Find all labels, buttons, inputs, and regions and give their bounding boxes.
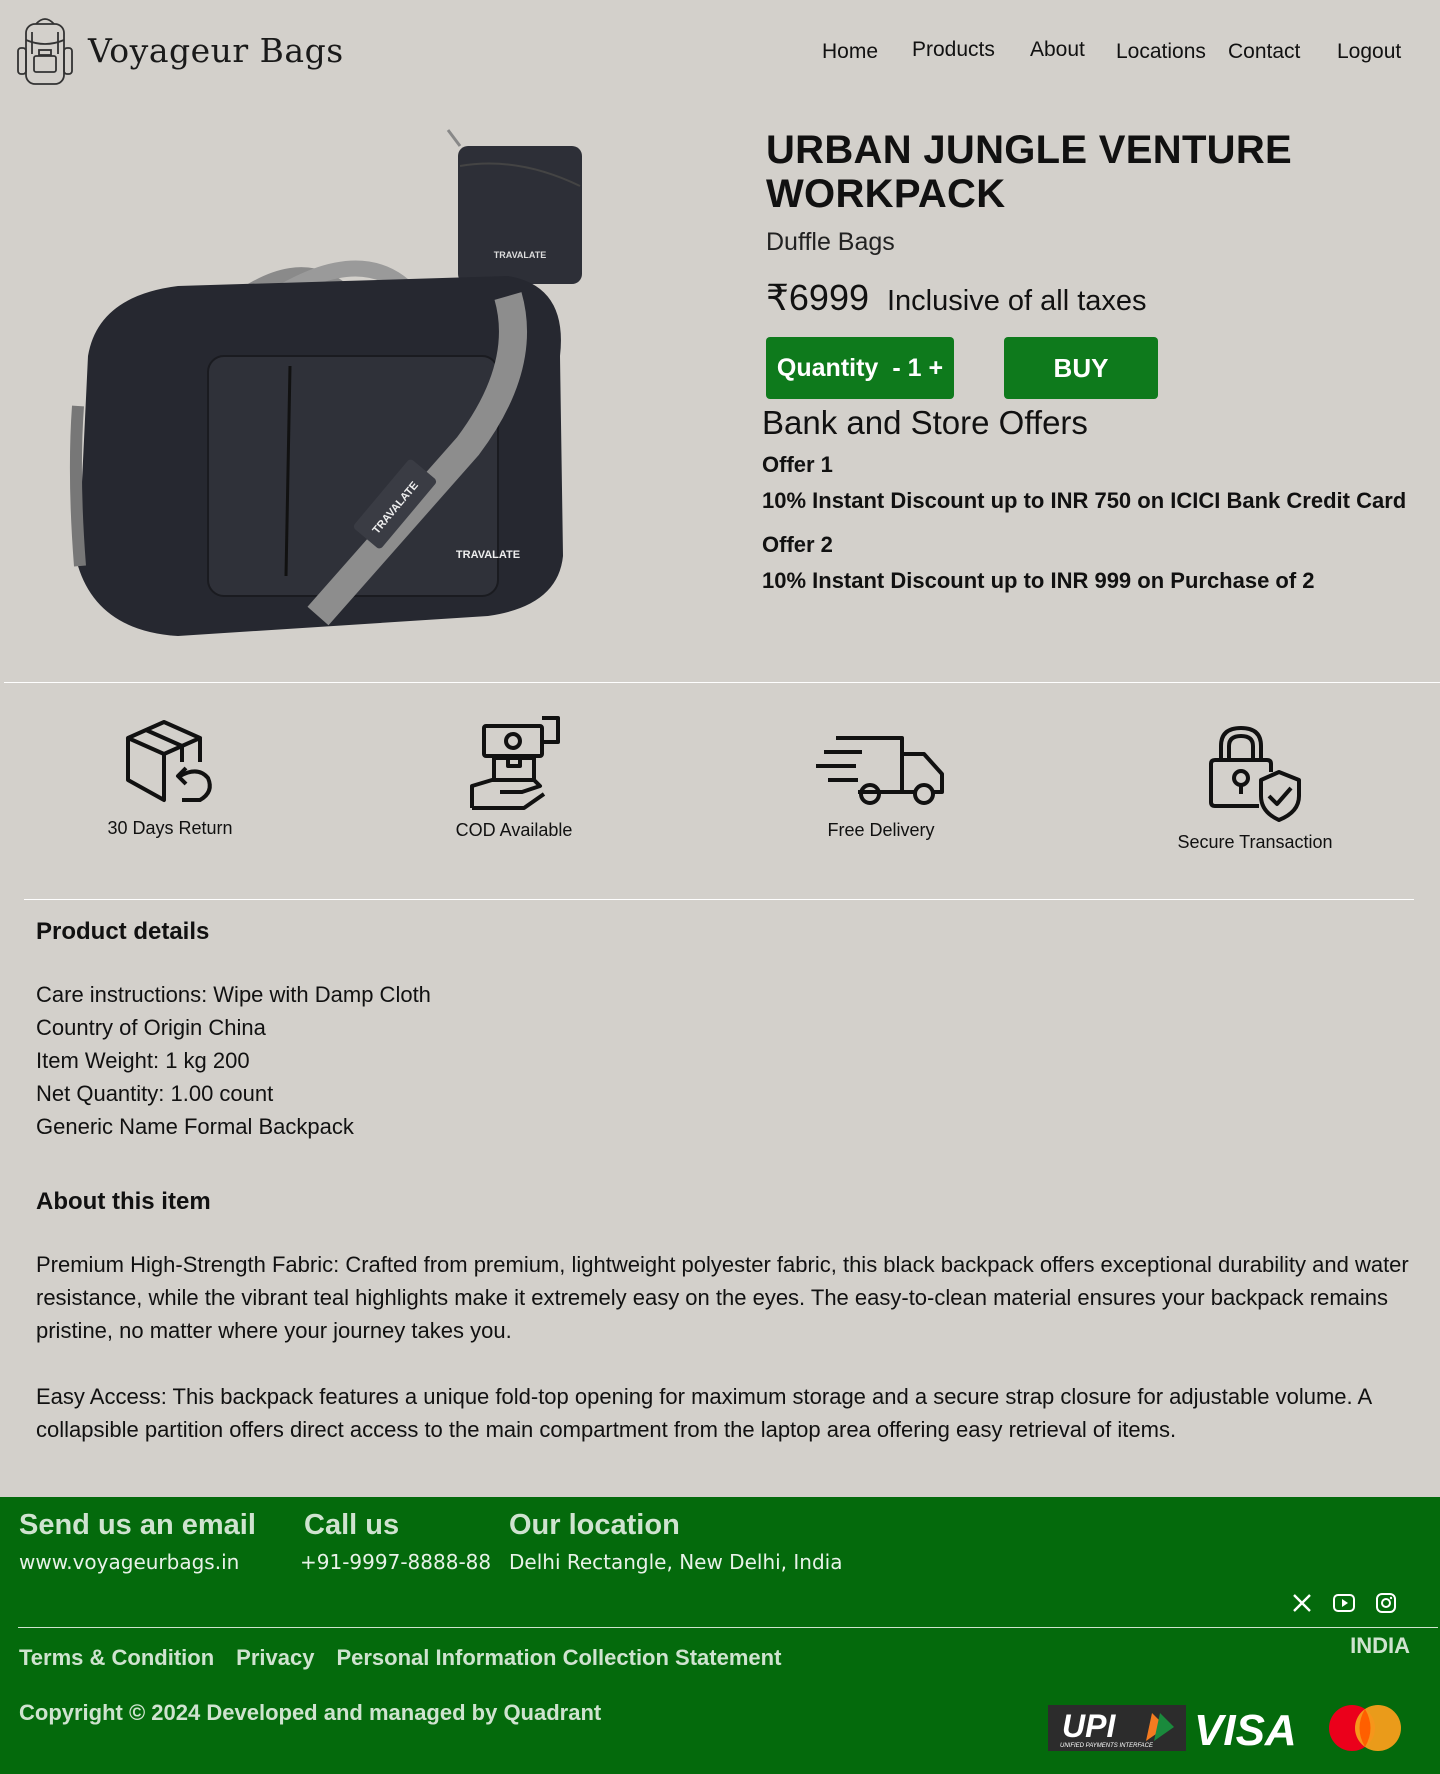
buy-button[interactable]: BUY	[1004, 337, 1158, 399]
product-info: URBAN JUNGLE VENTURE WORKPACK Duffle Bag…	[766, 128, 1426, 399]
footer-location: Our location Delhi Rectangle, New Delhi,…	[509, 1509, 842, 1574]
main-nav: Home Products About Locations Contact Lo…	[0, 38, 1440, 72]
social-links	[1274, 1589, 1400, 1617]
offers-heading: Bank and Store Offers	[762, 404, 1088, 441]
email-heading: Send us an email	[19, 1509, 256, 1541]
mastercard-logo	[1329, 1705, 1401, 1751]
instagram-icon[interactable]	[1372, 1589, 1400, 1617]
about-paragraph: Easy Access: This backpack features a un…	[36, 1384, 1371, 1442]
call-heading: Call us	[304, 1509, 400, 1541]
location-value: Delhi Rectangle, New Delhi, India	[509, 1550, 843, 1574]
youtube-icon[interactable]	[1330, 1589, 1358, 1617]
svg-text:UNIFIED PAYMENTS INTERFACE: UNIFIED PAYMENTS INTERFACE	[1060, 1743, 1154, 1749]
nav-contact[interactable]: Contact	[1228, 40, 1300, 64]
about-heading: About this item	[36, 1188, 211, 1215]
folded-pouch: TRAVALATE	[446, 129, 582, 284]
nav-logout[interactable]: Logout	[1337, 40, 1401, 64]
tax-note: Inclusive of all taxes	[887, 285, 1147, 317]
detail-line: Item Weight: 1 kg 200	[36, 1048, 250, 1073]
footer-links: Terms & Condition Privacy Personal Infor…	[19, 1645, 803, 1671]
about-item: About this item Premium High-Strength Fa…	[36, 1188, 1426, 1446]
terms-link[interactable]: Terms & Condition	[19, 1645, 214, 1671]
feature-cod-label: COD Available	[455, 820, 573, 840]
svg-text:UPI: UPI	[1062, 1708, 1116, 1744]
return-box-icon	[126, 720, 212, 802]
footer-call: Call us +91-9997-8888-88	[300, 1509, 491, 1574]
detail-line: Country of Origin China	[36, 1015, 266, 1040]
quantity-label: Quantity	[776, 353, 879, 382]
feature-delivery: Free Delivery	[800, 730, 962, 841]
nav-locations[interactable]: Locations	[1116, 40, 1206, 64]
detail-line: Generic Name Formal Backpack	[36, 1114, 354, 1139]
svg-text:TRAVALATE: TRAVALATE	[494, 250, 547, 260]
offer-1-label: Offer 1	[762, 452, 833, 477]
feature-cod: COD Available	[428, 714, 600, 841]
quantity-value[interactable]: - 1 +	[892, 354, 943, 383]
details-heading: Product details	[36, 918, 210, 945]
detail-line: Care instructions: Wipe with Damp Cloth	[36, 982, 431, 1007]
feature-return: 30 Days Return	[80, 712, 260, 839]
offer-2-text: 10% Instant Discount up to INR 999 on Pu…	[762, 568, 1315, 593]
pics-link[interactable]: Personal Information Collection Statemen…	[336, 1645, 781, 1671]
feature-delivery-label: Free Delivery	[827, 820, 935, 840]
details-list: Care instructions: Wipe with Damp Cloth …	[36, 978, 1426, 1143]
nav-home[interactable]: Home	[822, 40, 878, 64]
delivery-truck-icon	[816, 736, 944, 805]
site-header: Voyageur Bags Home Products About Locati…	[0, 0, 1440, 112]
offer-1-text: 10% Instant Discount up to INR 750 on IC…	[762, 488, 1407, 513]
nav-about[interactable]: About	[1030, 38, 1085, 62]
section-divider	[24, 899, 1414, 900]
quantity-stepper[interactable]: Quantity - 1 +	[766, 337, 954, 399]
offers-section: Bank and Store Offers Offer 1 10% Instan…	[762, 404, 1432, 594]
payment-methods: UPI UNIFIED PAYMENTS INTERFACE VISA	[1048, 1703, 1404, 1753]
feature-secure: Secure Transaction	[1160, 724, 1350, 853]
product-title: URBAN JUNGLE VENTURE WORKPACK	[766, 128, 1293, 216]
call-value[interactable]: +91-9997-8888-88	[300, 1550, 491, 1574]
location-heading: Our location	[509, 1509, 680, 1541]
detail-line: Net Quantity: 1.00 count	[36, 1081, 274, 1106]
section-divider	[4, 682, 1440, 683]
country-label[interactable]: INDIA	[1350, 1633, 1410, 1659]
product-category: Duffle Bags	[766, 228, 895, 256]
feature-secure-label: Secure Transaction	[1177, 832, 1333, 852]
footer-email: Send us an email www.voyageurbags.in	[19, 1509, 256, 1574]
email-value[interactable]: www.voyageurbags.in	[19, 1550, 256, 1574]
purchase-actions: Quantity - 1 + BUY	[766, 337, 1426, 399]
nav-products[interactable]: Products	[912, 38, 995, 62]
product-details: Product details Care instructions: Wipe …	[36, 918, 1426, 1143]
copyright: Copyright © 2024 Developed and managed b…	[19, 1700, 602, 1725]
footer-divider	[18, 1627, 1438, 1628]
product-price: ₹6999	[766, 277, 869, 318]
feature-return-label: 30 Days Return	[107, 818, 233, 838]
price-row: ₹6999 Inclusive of all taxes	[766, 277, 1426, 319]
svg-text:TRAVALATE: TRAVALATE	[456, 549, 520, 561]
secure-lock-icon	[1209, 726, 1301, 822]
visa-logo: VISA	[1194, 1706, 1297, 1751]
site-footer: Send us an email www.voyageurbags.in Cal…	[0, 1497, 1440, 1774]
product-image: TRAVALATE TRAVALATE TRAVALATE	[69, 129, 582, 636]
cash-hand-icon	[470, 716, 560, 810]
svg-text:VISA: VISA	[1194, 1706, 1297, 1751]
upi-logo: UPI UNIFIED PAYMENTS INTERFACE	[1048, 1705, 1186, 1751]
privacy-link[interactable]: Privacy	[236, 1645, 314, 1671]
x-icon[interactable]	[1288, 1589, 1316, 1617]
offer-2-label: Offer 2	[762, 532, 833, 557]
about-paragraph: Premium High-Strength Fabric: Crafted fr…	[36, 1252, 1409, 1343]
